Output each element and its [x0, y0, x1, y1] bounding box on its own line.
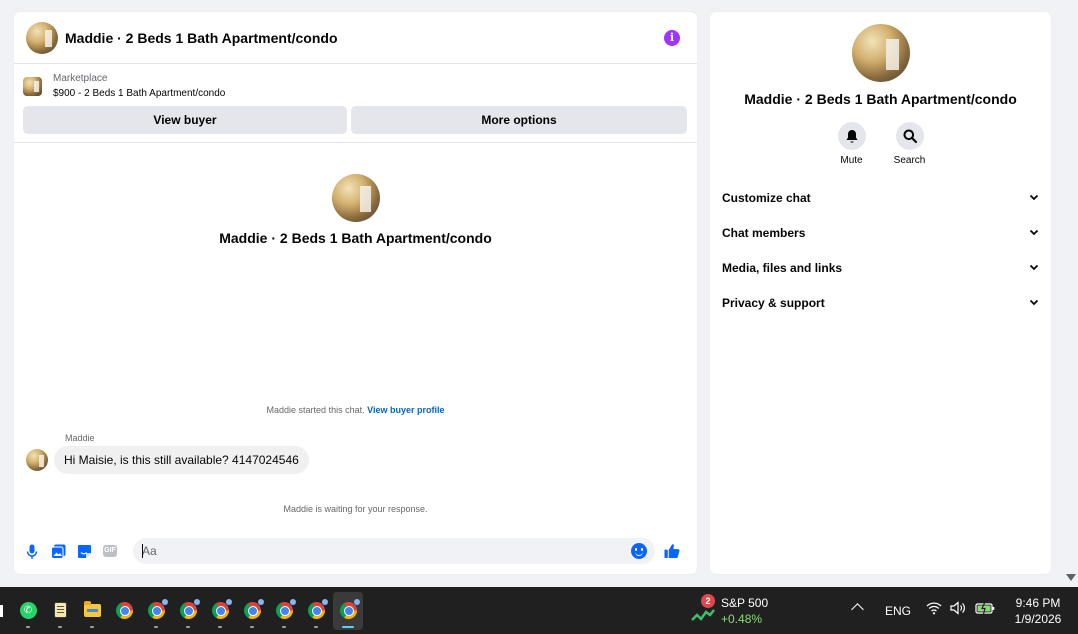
chrome-icon[interactable] [274, 598, 296, 628]
clock-time: 9:46 PM [1015, 596, 1061, 610]
listing-thumbnail[interactable] [23, 76, 42, 96]
sender-name: Maddie [65, 433, 95, 443]
intro-avatar[interactable] [331, 174, 380, 222]
chat-started-text: Maddie started this chat. [266, 405, 365, 415]
chrome-icon[interactable] [306, 598, 328, 628]
listing-title[interactable]: $900 - 2 Beds 1 Bath Apartment/condo [53, 86, 225, 101]
chevron-down-icon [1029, 264, 1039, 271]
text-caret [142, 544, 143, 558]
chat-header: Maddie · 2 Beds 1 Bath Apartment/condo i [14, 12, 697, 64]
chat-intro: Maddie · 2 Beds 1 Bath Apartment/condo [14, 174, 697, 246]
wifi-icon[interactable] [926, 601, 942, 615]
stock-chart-icon [691, 609, 715, 621]
battery-charging-icon[interactable] [975, 601, 995, 615]
chat-title[interactable]: Maddie · 2 Beds 1 Bath Apartment/condo [65, 30, 664, 46]
photo-icon[interactable] [50, 543, 66, 559]
thumbs-up-icon[interactable] [664, 543, 680, 559]
mute-button[interactable]: Mute [837, 122, 867, 166]
view-buyer-button[interactable]: View buyer [23, 106, 347, 134]
show-desktop-edge[interactable] [0, 605, 3, 617]
search-icon[interactable] [895, 122, 924, 150]
conversation-info-panel: Maddie · 2 Beds 1 Bath Apartment/condo M… [710, 12, 1051, 574]
emoji-icon[interactable] [631, 543, 647, 559]
chrome-icon[interactable] [146, 598, 168, 628]
waiting-notice: Maddie is waiting for your response. [283, 504, 428, 514]
volume-icon[interactable] [950, 601, 967, 615]
chrome-icon[interactable] [178, 598, 200, 628]
marketplace-label: Marketplace [53, 73, 108, 84]
sticker-icon[interactable] [76, 543, 92, 559]
section-privacy-support[interactable]: Privacy & support [710, 285, 1051, 320]
message-input-box[interactable] [133, 538, 655, 564]
section-media-files-links[interactable]: Media, files and links [710, 250, 1051, 285]
intro-name: Maddie · 2 Beds 1 Bath Apartment/condo [219, 230, 492, 246]
show-hidden-icons-chevron-icon[interactable] [851, 603, 864, 616]
stock-widget[interactable]: 2 S&P 500 +0.48% [691, 594, 771, 628]
search-label: Search [893, 155, 926, 166]
marketplace-bar: Marketplace $900 - 2 Beds 1 Bath Apartme… [14, 64, 697, 143]
chrome-icon[interactable] [338, 598, 360, 628]
section-label: Customize chat [722, 190, 811, 205]
message-row: Hi Maisie, is this still available? 4147… [26, 446, 309, 474]
notification-badge: 2 [701, 594, 715, 608]
section-customize-chat[interactable]: Customize chat [710, 180, 1051, 215]
message-bubble[interactable]: Hi Maisie, is this still available? 4147… [54, 446, 309, 474]
chat-avatar[interactable] [26, 21, 58, 54]
gif-icon[interactable]: GIF [102, 543, 118, 559]
section-label: Chat members [722, 225, 806, 240]
notepad-icon[interactable] [50, 600, 70, 628]
bell-icon[interactable] [837, 122, 866, 150]
chrome-icon[interactable] [210, 598, 232, 628]
info-icon[interactable]: i [664, 29, 680, 46]
taskbar: ✆ 2 S&P 500 +0.48% ENG 9:46 PM 1/9/2026 [0, 587, 1078, 634]
chevron-down-icon [1029, 299, 1039, 306]
sender-avatar[interactable] [26, 449, 48, 471]
stock-name: S&P 500 [721, 596, 769, 610]
message-input[interactable] [142, 544, 622, 558]
info-avatar[interactable] [851, 24, 910, 82]
stock-change: +0.48% [721, 612, 763, 626]
whatsapp-icon[interactable]: ✆ [18, 600, 38, 628]
chat-panel: Maddie · 2 Beds 1 Bath Apartment/condo i… [14, 12, 697, 574]
view-buyer-profile-link[interactable]: View buyer profile [367, 405, 444, 415]
composer: GIF [14, 538, 697, 564]
mute-label: Mute [840, 155, 863, 166]
section-label: Privacy & support [722, 295, 825, 310]
chat-started-notice: Maddie started this chat. View buyer pro… [14, 405, 697, 415]
quick-actions: Mute Search [710, 122, 1051, 166]
section-chat-members[interactable]: Chat members [710, 215, 1051, 250]
chevron-down-icon [1029, 194, 1039, 201]
microphone-icon[interactable] [24, 543, 40, 559]
system-clock[interactable]: 9:46 PM 1/9/2026 [1003, 595, 1073, 627]
chevron-down-icon [1029, 229, 1039, 236]
scroll-down-arrow[interactable] [1066, 574, 1076, 581]
search-button[interactable]: Search [893, 122, 926, 166]
input-language[interactable]: ENG [885, 604, 911, 618]
info-name: Maddie · 2 Beds 1 Bath Apartment/condo [744, 91, 1017, 107]
info-sections: Customize chat Chat members Media, files… [710, 180, 1051, 320]
file-explorer-icon[interactable] [82, 600, 102, 628]
more-options-button[interactable]: More options [351, 106, 687, 134]
chrome-icon[interactable] [114, 600, 134, 620]
chrome-icon[interactable] [242, 598, 264, 628]
clock-date: 1/9/2026 [1014, 612, 1062, 626]
section-label: Media, files and links [722, 260, 843, 275]
